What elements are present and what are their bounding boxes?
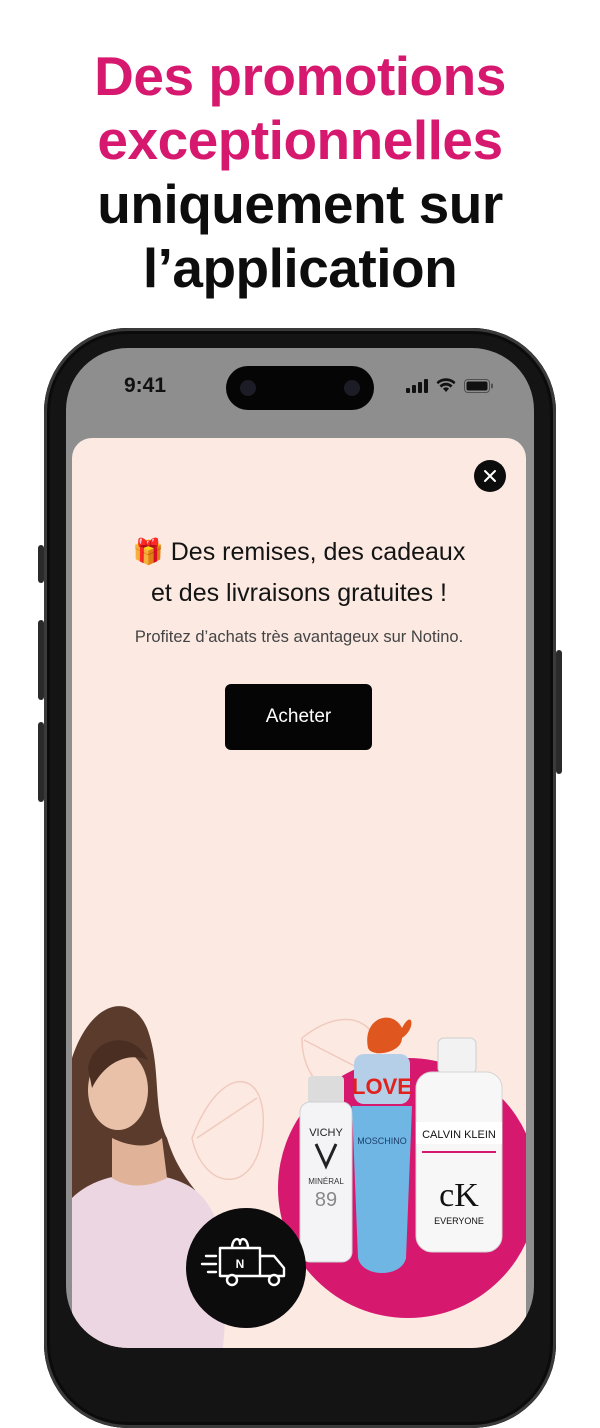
notino-badge-letter: N <box>236 1257 245 1271</box>
vichy-number-label: 89 <box>315 1189 337 1211</box>
phone-power-button <box>556 650 562 774</box>
phone-mute-switch <box>38 545 44 583</box>
ck-name-label: EVERYONE <box>434 1216 484 1226</box>
camera-icon <box>240 380 256 396</box>
headline-line-4: l’application <box>142 237 458 299</box>
moschino-product: LOVE MOSCHINO <box>352 1017 412 1273</box>
promo-headline: Des promotions exceptionnelles uniquemen… <box>0 44 600 300</box>
headline-line-2: exceptionnelles <box>97 109 503 171</box>
status-time: 9:41 <box>124 374 167 397</box>
sensor-icon <box>344 380 360 396</box>
modal-subtitle: Profitez d’achats très avantageux sur No… <box>134 628 464 646</box>
ck-logo-label: cK <box>439 1177 479 1214</box>
status-icons <box>406 378 494 393</box>
headline-line-1: Des promotions <box>94 45 506 107</box>
moschino-brand-label: MOSCHINO <box>357 1136 407 1146</box>
battery-icon <box>464 379 493 393</box>
cellular-signal-icon <box>406 379 428 393</box>
headline-line-3: uniquement sur <box>97 173 503 235</box>
phone-screen: 9:41 🎁 Des remises, des cadeaux et des l… <box>66 348 534 1348</box>
close-icon <box>484 470 496 482</box>
modal-title: 🎁 Des remises, des cadeaux et des livrai… <box>72 532 526 614</box>
gift-icon: 🎁 <box>132 538 164 566</box>
phone-volume-up <box>38 620 44 700</box>
modal-title-line-1: Des remises, des cadeaux <box>170 538 466 566</box>
buy-button[interactable]: Acheter <box>225 684 372 750</box>
promo-modal: 🎁 Des remises, des cadeaux et des livrai… <box>72 438 526 1348</box>
vichy-name-label: MINÉRAL <box>308 1177 344 1186</box>
phone-volume-down <box>38 722 44 802</box>
moschino-love-label: LOVE <box>352 1074 412 1099</box>
modal-title-line-2: et des livraisons gratuites ! <box>151 579 447 607</box>
vichy-brand-label: VICHY <box>309 1127 343 1139</box>
ck-brand-label: CALVIN KLEIN <box>422 1129 496 1141</box>
promo-illustration: VICHY MINÉRAL 89 LOVE MOSCHINO CALVIN KL… <box>72 1006 526 1348</box>
delivery-badge: N <box>186 1208 306 1328</box>
wifi-icon <box>436 378 456 392</box>
dynamic-island <box>226 366 374 410</box>
close-button[interactable] <box>474 460 506 492</box>
vichy-product: VICHY MINÉRAL 89 <box>299 1076 353 1263</box>
